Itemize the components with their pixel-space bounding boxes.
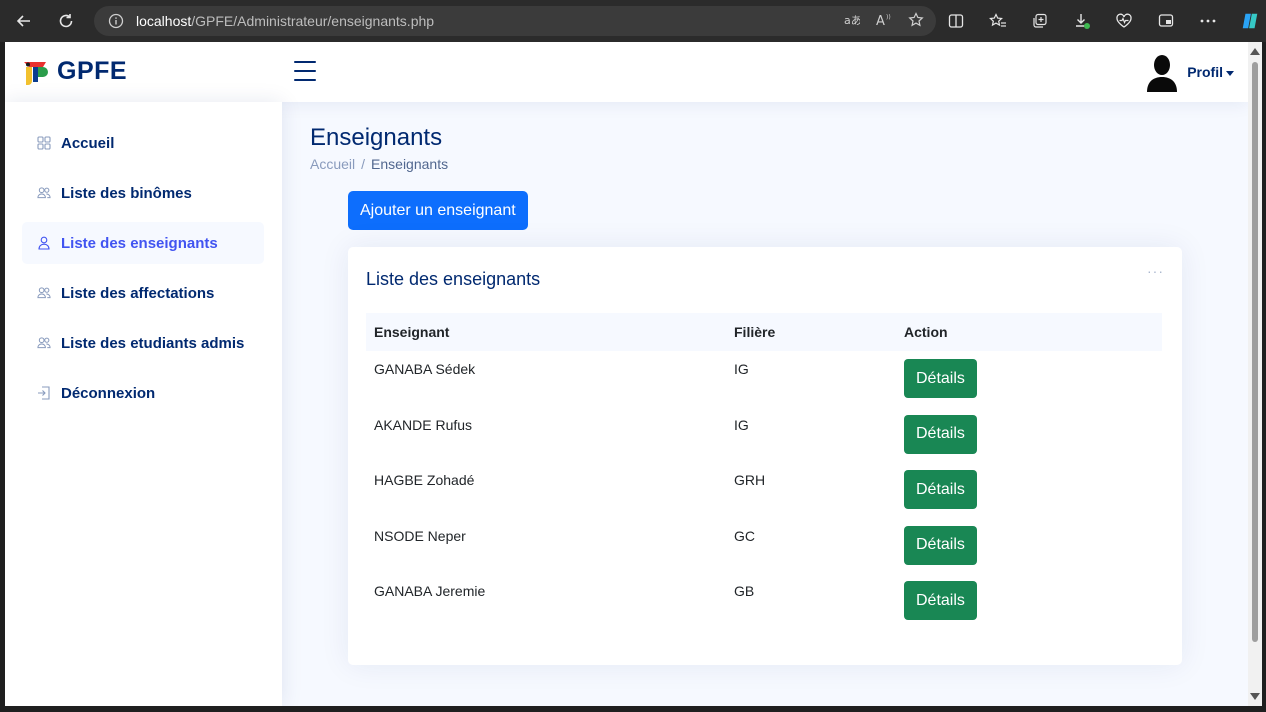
more-menu-icon[interactable]	[1198, 19, 1218, 23]
sidebar-item-label: Accueil	[61, 134, 115, 152]
svg-text:)): ))	[886, 14, 891, 21]
reload-icon[interactable]	[50, 5, 82, 37]
sidebar: Accueil Liste des binômes Liste des ense…	[5, 102, 282, 706]
more-options-icon[interactable]: ···	[1147, 263, 1164, 279]
sidebar-item-binomes[interactable]: Liste des binômes	[22, 172, 264, 214]
svg-text:aあ: aあ	[844, 14, 860, 27]
teachers-table: Enseignant Filière Action GANABA Sédek I…	[366, 313, 1162, 629]
favorite-star-icon[interactable]	[908, 11, 924, 31]
people-icon	[37, 186, 51, 200]
table-row: NSODE Neper GC Détails	[366, 518, 1162, 574]
avatar	[1145, 52, 1179, 92]
split-screen-icon[interactable]	[946, 13, 966, 29]
breadcrumb-separator: /	[361, 156, 366, 172]
logout-icon	[37, 386, 51, 400]
sidebar-item-affectations[interactable]: Liste des affectations	[22, 272, 264, 314]
teachers-card: Liste des enseignants ··· Enseignant Fil…	[348, 247, 1182, 665]
grid-icon	[37, 136, 51, 150]
details-button[interactable]: Détails	[904, 414, 977, 454]
back-icon[interactable]	[8, 5, 40, 37]
url-host: localhost	[136, 13, 192, 29]
site-info-icon[interactable]	[108, 13, 124, 29]
profile-dropdown[interactable]: Profil	[1145, 52, 1234, 92]
cell-enseignant: NSODE Neper	[374, 527, 466, 544]
details-button[interactable]: Détails	[904, 581, 977, 620]
cell-enseignant: GANABA Jeremie	[374, 583, 486, 599]
table-row: HAGBE Zohadé GRH Détails	[366, 462, 1162, 518]
column-header-filiere: Filière	[726, 313, 896, 351]
translate-icon[interactable]: aあ	[844, 13, 862, 30]
table-row: GANABA Sédek IG Détails	[366, 351, 1162, 407]
profile-label: Profil	[1187, 64, 1234, 80]
page-scrollbar[interactable]	[1248, 42, 1262, 706]
people-icon	[37, 286, 51, 300]
favorites-icon[interactable]	[988, 13, 1008, 29]
browser-toolbar: localhost/GPFE/Administrateur/enseignant…	[0, 0, 1266, 42]
cell-filiere: GC	[734, 527, 755, 544]
cell-filiere: IG	[734, 361, 749, 377]
breadcrumb-current: Enseignants	[371, 156, 449, 172]
workspaces-icon[interactable]	[1156, 13, 1176, 29]
browser-essentials-icon[interactable]	[1114, 13, 1134, 29]
page-title: Enseignants	[310, 124, 443, 151]
cell-enseignant: HAGBE Zohadé	[374, 472, 475, 488]
logo-text: GPFE	[57, 56, 128, 85]
add-teacher-button[interactable]: Ajouter un enseignant	[348, 191, 528, 230]
copilot-icon[interactable]	[1240, 10, 1260, 32]
breadcrumb-home[interactable]: Accueil	[310, 156, 355, 172]
read-aloud-icon[interactable]: A))	[876, 13, 892, 30]
logo-icon	[21, 56, 51, 86]
column-header-enseignant: Enseignant	[366, 313, 726, 351]
logo[interactable]: GPFE	[21, 56, 127, 86]
sidebar-item-label: Liste des binômes	[61, 184, 192, 202]
cell-filiere: IG	[734, 416, 749, 433]
menu-toggle-icon[interactable]	[294, 61, 316, 81]
table-header-row: Enseignant Filière Action	[366, 313, 1162, 351]
sidebar-item-enseignants[interactable]: Liste des enseignants	[22, 222, 264, 264]
window-bottom-edge	[0, 706, 1266, 712]
caret-down-icon	[1226, 70, 1234, 76]
person-icon	[37, 236, 51, 250]
scroll-up-icon[interactable]	[1250, 48, 1260, 55]
sidebar-item-label: Liste des etudiants admis	[61, 334, 245, 352]
sidebar-item-label: Liste des enseignants	[61, 234, 218, 252]
people-icon	[37, 336, 51, 350]
table-row: GANABA Jeremie GB Détails	[366, 573, 1162, 629]
sidebar-item-label: Déconnexion	[61, 384, 156, 402]
sidebar-item-deconnexion[interactable]: Déconnexion	[22, 372, 264, 414]
page-viewport: GPFE Profil Accueil Liste des binômes Li…	[5, 42, 1248, 706]
cell-filiere: GRH	[734, 472, 766, 488]
sidebar-item-accueil[interactable]: Accueil	[22, 122, 264, 164]
column-header-action: Action	[896, 313, 1162, 351]
svg-text:A: A	[876, 14, 885, 27]
scrollbar-thumb[interactable]	[1252, 62, 1258, 642]
cell-filiere: GB	[734, 583, 755, 599]
details-button[interactable]: Détails	[904, 525, 977, 565]
card-title: Liste des enseignants	[366, 269, 541, 289]
sidebar-item-etudiants-admis[interactable]: Liste des etudiants admis	[22, 322, 264, 364]
cell-enseignant: GANABA Sédek	[374, 361, 476, 377]
details-button[interactable]: Détails	[904, 470, 977, 509]
details-button[interactable]: Détails	[904, 359, 977, 398]
collections-icon[interactable]	[1030, 13, 1050, 29]
sidebar-item-label: Liste des affectations	[61, 284, 215, 302]
main-content: Enseignants Accueil / Enseignants Ajoute…	[282, 102, 1248, 706]
app-header: GPFE Profil	[5, 42, 1248, 102]
address-bar[interactable]: localhost/GPFE/Administrateur/enseignant…	[94, 6, 936, 36]
url-path: /GPFE/Administrateur/enseignants.php	[191, 13, 435, 29]
cell-enseignant: AKANDE Rufus	[374, 416, 473, 433]
scroll-down-icon[interactable]	[1250, 693, 1260, 700]
breadcrumb: Accueil / Enseignants	[310, 156, 448, 172]
table-row: AKANDE Rufus IG Détails	[366, 407, 1162, 463]
downloads-icon[interactable]	[1072, 12, 1092, 30]
